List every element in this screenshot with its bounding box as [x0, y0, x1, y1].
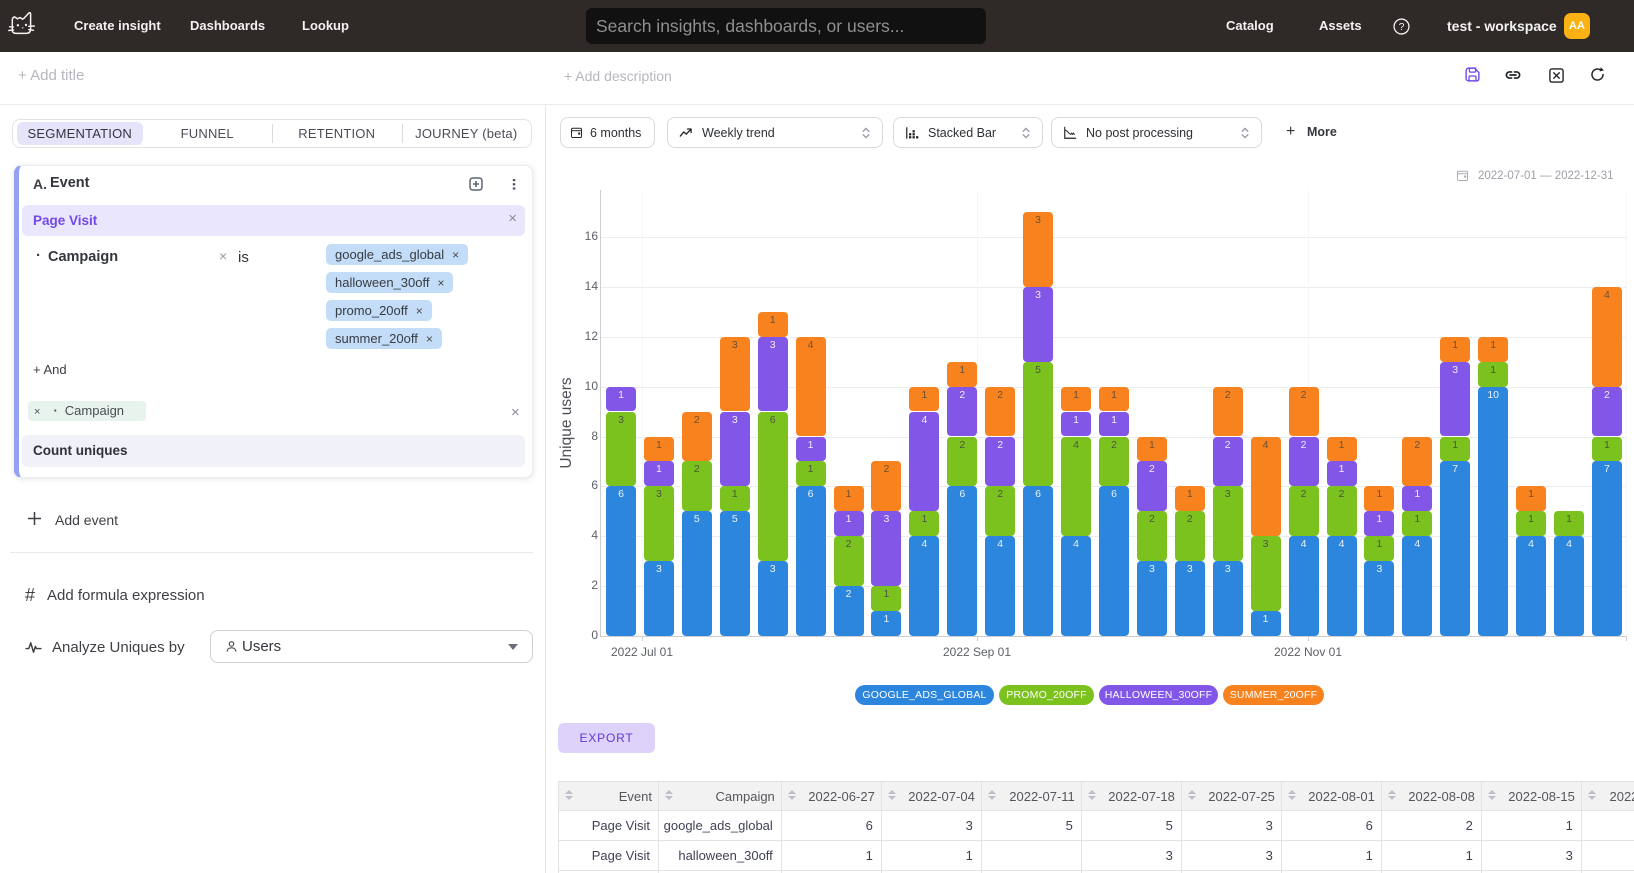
svg-text:?: ?	[1399, 21, 1405, 32]
